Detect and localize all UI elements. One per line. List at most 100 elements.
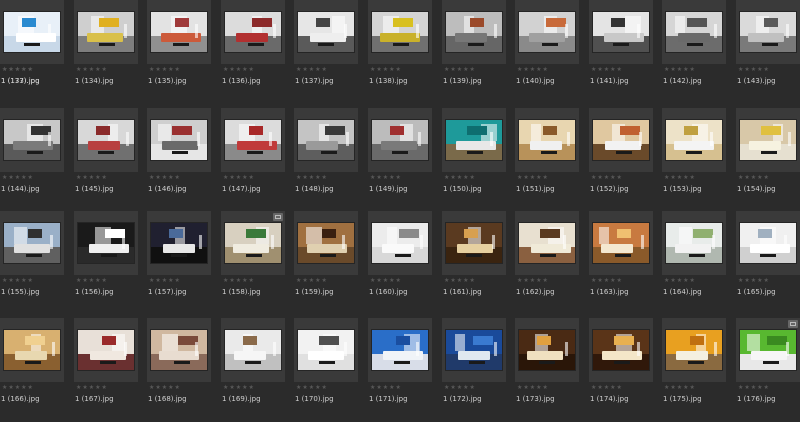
thumbnail-item[interactable]: ★★★★★ 1 (177).jpg — [0, 0, 64, 104]
thumbnail-item[interactable]: ★★★★★ 1 (175).jpg — [662, 318, 726, 422]
thumbnail-card[interactable] — [515, 108, 579, 172]
thumbnail-card[interactable] — [442, 0, 506, 64]
thumbnail-card[interactable] — [0, 108, 64, 172]
thumbnail-card[interactable] — [74, 108, 138, 172]
rating-stars[interactable]: ★★★★★ — [517, 384, 549, 392]
stack-badge-icon[interactable] — [273, 213, 283, 221]
thumbnail-card[interactable] — [662, 108, 726, 172]
thumbnail-item[interactable]: ★★★★★ 1 (144).jpg — [0, 108, 64, 212]
thumbnail-image[interactable] — [372, 223, 428, 263]
thumbnail-image[interactable] — [78, 120, 134, 160]
thumbnail-card[interactable] — [442, 211, 506, 275]
thumbnail-item[interactable]: ★★★★★ 1 (142).jpg — [662, 0, 726, 104]
thumbnail-image[interactable] — [519, 223, 575, 263]
thumbnail-item[interactable]: ★★★★★ 1 (163).jpg — [589, 211, 653, 315]
thumbnail-card[interactable] — [368, 211, 432, 275]
rating-stars[interactable]: ★★★★★ — [664, 66, 696, 74]
thumbnail-image[interactable] — [4, 223, 60, 263]
thumbnail-card[interactable] — [294, 211, 358, 275]
thumbnail-image[interactable] — [740, 120, 796, 160]
thumbnail-item[interactable]: ★★★★★ 1 (147).jpg — [221, 108, 285, 212]
thumbnail-image[interactable] — [298, 120, 354, 160]
thumbnail-image[interactable] — [519, 120, 575, 160]
thumbnail-card[interactable] — [662, 211, 726, 275]
rating-stars[interactable]: ★★★★★ — [76, 277, 108, 285]
thumbnail-card[interactable] — [442, 318, 506, 382]
thumbnail-item[interactable]: ★★★★★ 1 (171).jpg — [368, 318, 432, 422]
rating-stars[interactable]: ★★★★★ — [296, 174, 328, 182]
thumbnail-image[interactable] — [446, 330, 502, 370]
thumbnail-image[interactable] — [151, 223, 207, 263]
thumbnail-image[interactable] — [593, 330, 649, 370]
thumbnail-card[interactable] — [74, 211, 138, 275]
thumbnail-item[interactable]: ★★★★★ 1 (139).jpg — [442, 0, 506, 104]
thumbnail-card[interactable] — [74, 318, 138, 382]
rating-stars[interactable]: ★★★★★ — [444, 384, 476, 392]
thumbnail-image[interactable] — [78, 223, 134, 263]
thumbnail-card[interactable] — [294, 108, 358, 172]
thumbnail-item[interactable]: ★★★★★ 1 (158).jpg — [221, 211, 285, 315]
thumbnail-item[interactable]: ★★★★★ 1 (153).jpg — [662, 108, 726, 212]
thumbnail-card[interactable] — [0, 0, 64, 64]
thumbnail-card[interactable] — [368, 318, 432, 382]
thumbnail-image[interactable] — [446, 12, 502, 52]
thumbnail-item[interactable]: ★★★★★ 1 (166).jpg — [0, 318, 64, 422]
rating-stars[interactable]: ★★★★★ — [738, 174, 770, 182]
thumbnail-item[interactable]: ★★★★★ 1 (156).jpg — [74, 211, 138, 315]
rating-stars[interactable]: ★★★★★ — [223, 277, 255, 285]
thumbnail-image[interactable] — [666, 223, 722, 263]
thumbnail-image[interactable] — [225, 330, 281, 370]
thumbnail-card[interactable] — [74, 0, 138, 64]
thumbnail-card[interactable] — [294, 0, 358, 64]
rating-stars[interactable]: ★★★★★ — [2, 384, 34, 392]
thumbnail-image[interactable] — [593, 120, 649, 160]
rating-stars[interactable]: ★★★★★ — [664, 277, 696, 285]
thumbnail-card[interactable] — [515, 318, 579, 382]
thumbnail-image[interactable] — [78, 330, 134, 370]
rating-stars[interactable]: ★★★★★ — [591, 174, 623, 182]
thumbnail-card[interactable] — [662, 318, 726, 382]
thumbnail-image[interactable] — [740, 12, 796, 52]
thumbnail-item[interactable]: ★★★★★ 1 (154).jpg — [736, 108, 800, 212]
thumbnail-image[interactable] — [298, 330, 354, 370]
thumbnail-item[interactable]: ★★★★★ 1 (135).jpg — [147, 0, 211, 104]
thumbnail-card[interactable] — [736, 318, 800, 382]
thumbnail-item[interactable]: ★★★★★ 1 (138).jpg — [368, 0, 432, 104]
thumbnail-item[interactable]: ★★★★★ 1 (152).jpg — [589, 108, 653, 212]
thumbnail-card[interactable] — [589, 0, 653, 64]
thumbnail-image[interactable] — [519, 12, 575, 52]
rating-stars[interactable]: ★★★★★ — [2, 66, 34, 74]
thumbnail-image[interactable] — [4, 330, 60, 370]
rating-stars[interactable]: ★★★★★ — [370, 66, 402, 74]
thumbnail-card[interactable] — [147, 0, 211, 64]
thumbnail-image[interactable] — [666, 330, 722, 370]
rating-stars[interactable]: ★★★★★ — [2, 174, 34, 182]
thumbnail-item[interactable]: ★★★★★ 1 (159).jpg — [294, 211, 358, 315]
thumbnail-item[interactable]: ★★★★★ 1 (173).jpg — [515, 318, 579, 422]
rating-stars[interactable]: ★★★★★ — [444, 174, 476, 182]
thumbnail-card[interactable] — [368, 0, 432, 64]
thumbnail-item[interactable]: ★★★★★ 1 (161).jpg — [442, 211, 506, 315]
thumbnail-image[interactable] — [740, 223, 796, 263]
thumbnail-item[interactable]: ★★★★★ 1 (168).jpg — [147, 318, 211, 422]
rating-stars[interactable]: ★★★★★ — [591, 384, 623, 392]
thumbnail-card[interactable] — [147, 211, 211, 275]
thumbnail-image[interactable] — [151, 330, 207, 370]
thumbnail-item[interactable]: ★★★★★ 1 (157).jpg — [147, 211, 211, 315]
thumbnail-image[interactable] — [151, 12, 207, 52]
rating-stars[interactable]: ★★★★★ — [149, 277, 181, 285]
thumbnail-card[interactable] — [515, 0, 579, 64]
thumbnail-item[interactable]: ★★★★★ 1 (149).jpg — [368, 108, 432, 212]
thumbnail-item[interactable]: ★★★★★ 1 (145).jpg — [74, 108, 138, 212]
thumbnail-image[interactable] — [78, 12, 134, 52]
thumbnail-item[interactable]: ★★★★★ 1 (151).jpg — [515, 108, 579, 212]
rating-stars[interactable]: ★★★★★ — [149, 384, 181, 392]
rating-stars[interactable]: ★★★★★ — [517, 277, 549, 285]
thumbnail-image[interactable] — [225, 120, 281, 160]
thumbnail-image[interactable] — [225, 12, 281, 52]
thumbnail-card[interactable] — [736, 0, 800, 64]
thumbnail-image[interactable] — [372, 12, 428, 52]
rating-stars[interactable]: ★★★★★ — [223, 174, 255, 182]
thumbnail-card[interactable] — [515, 211, 579, 275]
thumbnail-item[interactable]: ★★★★★ 1 (146).jpg — [147, 108, 211, 212]
